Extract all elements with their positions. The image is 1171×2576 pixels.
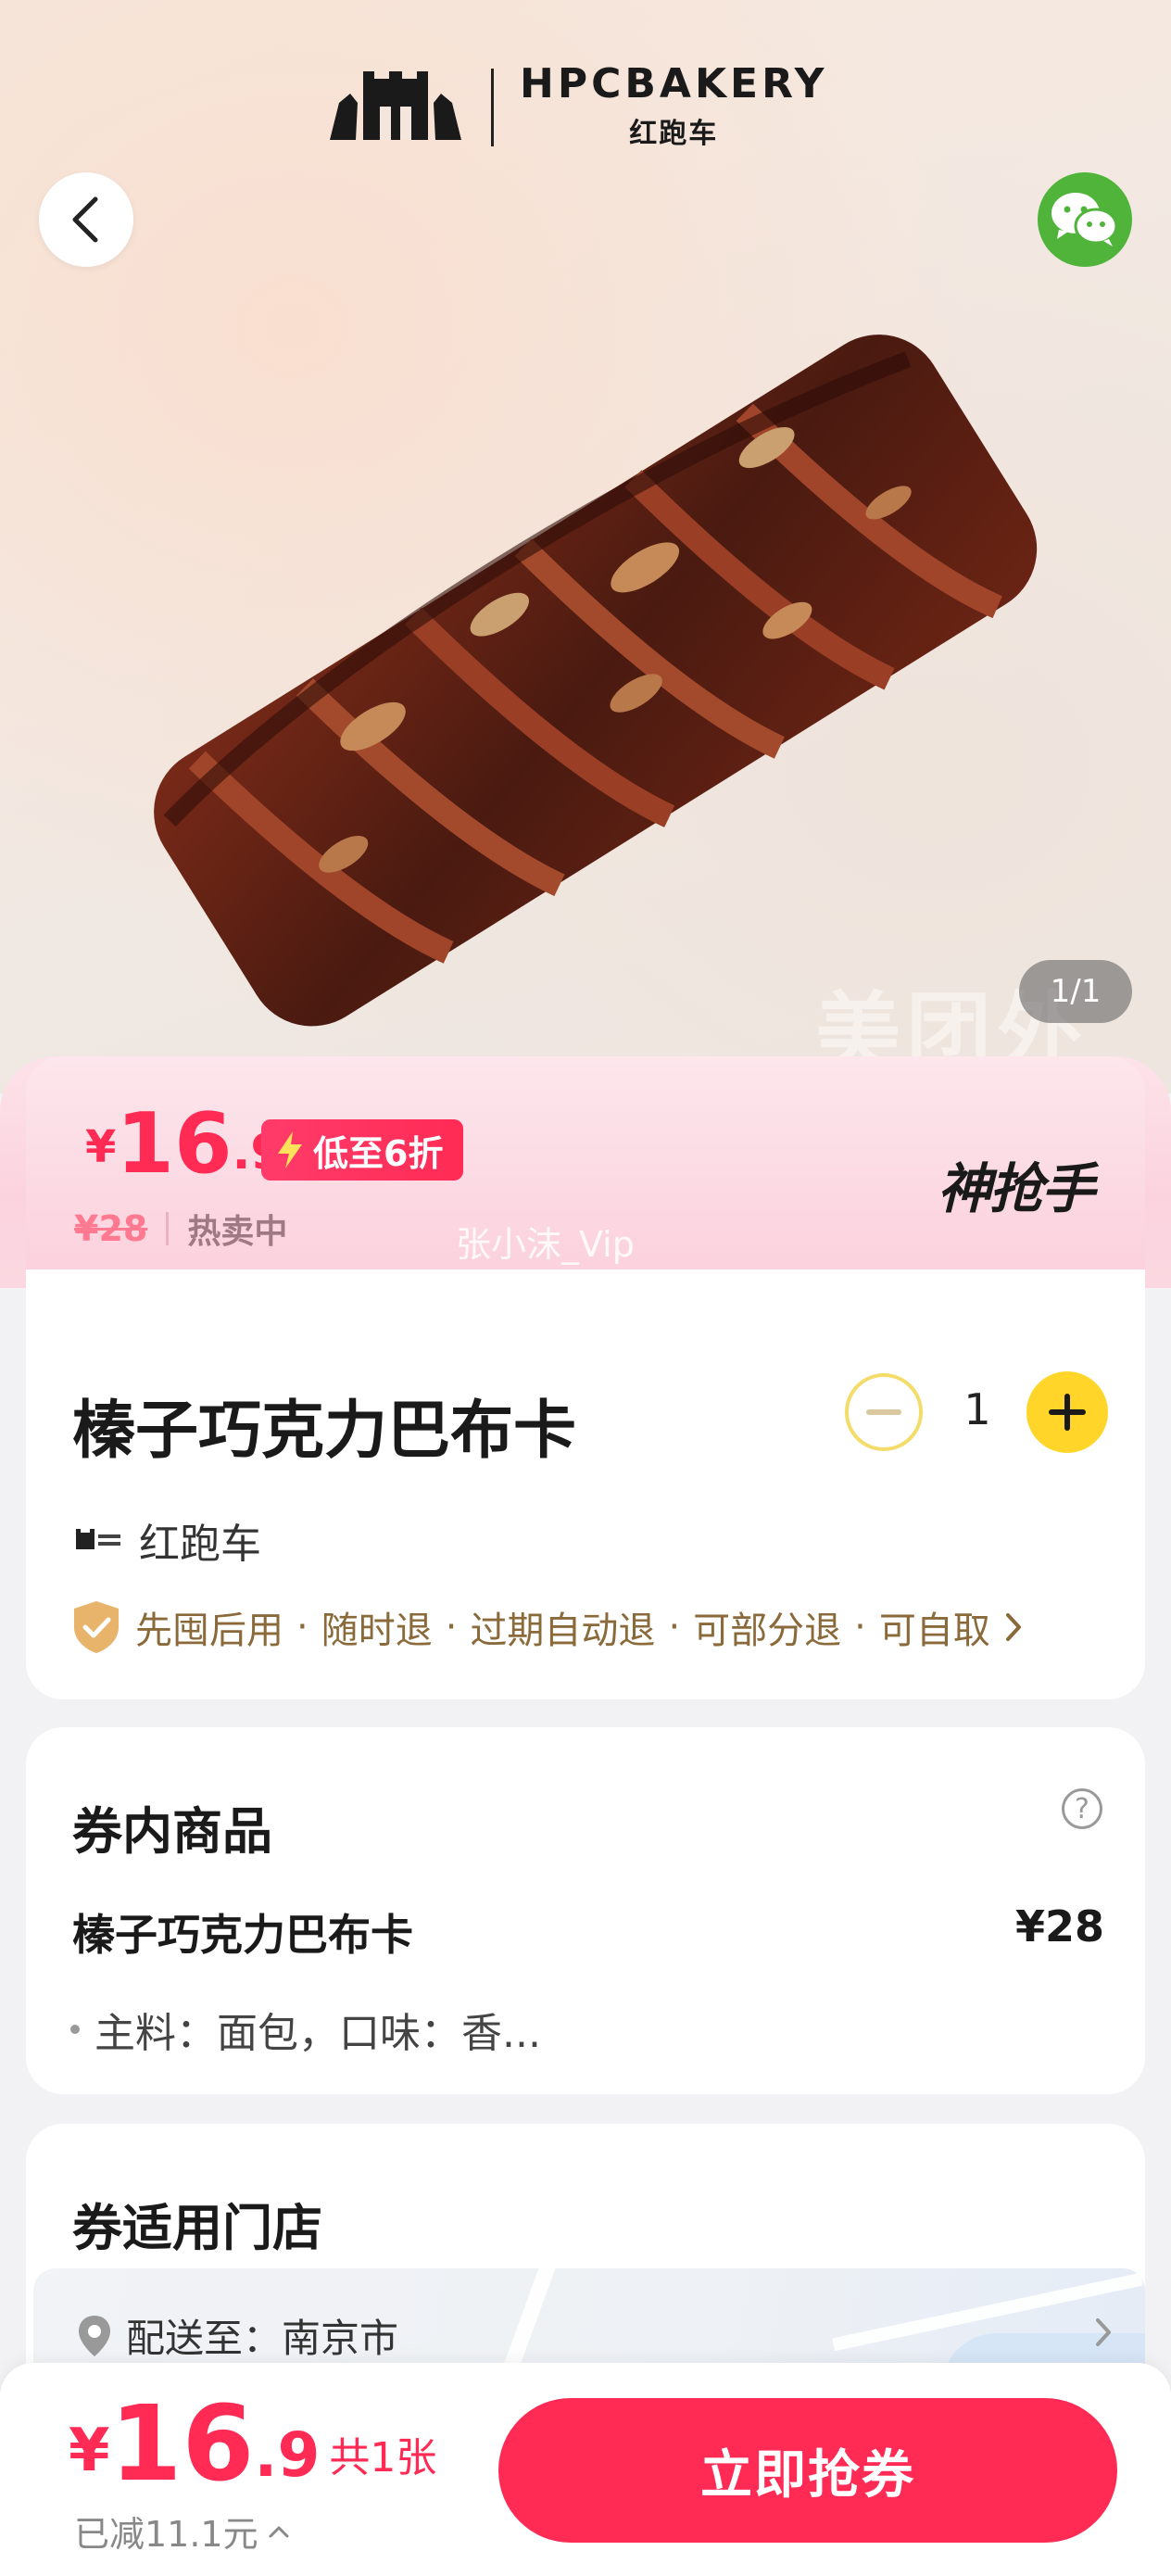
bottom-price-decimal: .9 bbox=[254, 2419, 321, 2491]
voucher-item-desc: 主料：面包，口味：香... bbox=[70, 2000, 541, 2059]
chevron-right-icon[interactable] bbox=[1093, 2317, 1114, 2348]
discount-badge: 低至6折 bbox=[261, 1119, 464, 1181]
bottom-price-integer: 16 bbox=[109, 2384, 255, 2505]
separator bbox=[166, 1212, 170, 1245]
guarantee-item: 过期自动退 bbox=[470, 1610, 656, 1652]
saved-amount: 已减11.1元 bbox=[74, 2514, 258, 2555]
guarantee-item: 随时退 bbox=[321, 1610, 433, 1652]
brand-logo-icon bbox=[330, 71, 461, 140]
quantity-increase-button[interactable] bbox=[1026, 1371, 1108, 1453]
guarantee-row[interactable]: 先囤后用 · 随时退 · 过期自动退 · 可部分退 · 可自取 bbox=[70, 1599, 1024, 1655]
product-title: 榛子巧克力巴布卡 bbox=[72, 1395, 577, 1468]
guarantee-separator: · bbox=[296, 1606, 308, 1648]
guarantee-item: 可自取 bbox=[878, 1610, 990, 1652]
guarantee-item: 可部分退 bbox=[693, 1610, 842, 1652]
original-price-row: ¥28 热卖中 bbox=[74, 1205, 287, 1253]
bottom-price-currency: ¥ bbox=[69, 2417, 110, 2485]
brand-divider bbox=[491, 69, 494, 146]
lightning-icon bbox=[278, 1131, 302, 1168]
voucher-item-desc-text: 主料：面包，口味：香... bbox=[94, 2010, 541, 2057]
gallery-page-counter: 1/1 bbox=[1019, 960, 1132, 1023]
quantity-value: 1 bbox=[963, 1384, 991, 1434]
back-button[interactable] bbox=[39, 172, 133, 267]
original-price: ¥28 bbox=[74, 1208, 148, 1249]
sales-status: 热卖中 bbox=[187, 1213, 288, 1251]
voucher-item-name: 榛子巧克力巴布卡 bbox=[72, 1910, 413, 1960]
guarantee-separator: · bbox=[668, 1606, 681, 1648]
buy-now-button[interactable]: 立即抢券 bbox=[498, 2398, 1117, 2543]
brand-name: HPCBAKERY bbox=[520, 60, 828, 107]
guarantee-item: 先囤后用 bbox=[135, 1610, 283, 1652]
shield-check-icon bbox=[74, 1601, 119, 1653]
guarantee-separator: · bbox=[854, 1606, 866, 1648]
bottom-price: ¥ 16 .9 共1张 bbox=[69, 2393, 436, 2496]
quantity-decrease-button[interactable] bbox=[845, 1373, 923, 1451]
chevron-right-icon bbox=[1005, 1613, 1021, 1641]
saved-amount-toggle[interactable]: 已减11.1元 bbox=[74, 2506, 290, 2557]
delivery-location-text: 配送至：南京市 bbox=[126, 2316, 399, 2361]
location-pin-icon bbox=[79, 2315, 110, 2356]
voucher-items-title: 券内商品 bbox=[72, 1802, 272, 1861]
voucher-item-price: ¥28 bbox=[1015, 1901, 1105, 1951]
price-integer: 16 bbox=[116, 1095, 233, 1193]
wechat-icon bbox=[1051, 193, 1118, 246]
minus-icon bbox=[866, 1409, 901, 1415]
shop-logo-icon bbox=[72, 1523, 124, 1557]
brand-text: HPCBAKERY 红跑车 bbox=[520, 64, 827, 151]
discount-label: 低至6折 bbox=[313, 1132, 444, 1174]
applicable-stores-title: 券适用门店 bbox=[72, 2199, 322, 2257]
plus-icon bbox=[1049, 1394, 1086, 1431]
user-watermark: 张小沫_Vip bbox=[456, 1224, 635, 1265]
promo-badge: 神抢手 bbox=[938, 1157, 1095, 1220]
chevron-left-icon bbox=[72, 196, 98, 243]
brand-header: HPCBAKERY 红跑车 bbox=[326, 63, 827, 152]
product-image bbox=[154, 335, 1038, 1027]
current-price: ¥ 16 .9 bbox=[85, 1103, 284, 1186]
price-currency: ¥ bbox=[85, 1121, 117, 1173]
shop-name: 红跑车 bbox=[139, 1521, 261, 1568]
wechat-share-button[interactable] bbox=[1038, 172, 1132, 267]
bullet bbox=[70, 2025, 80, 2034]
question-icon[interactable]: ? bbox=[1062, 1788, 1102, 1829]
guarantee-separator: · bbox=[445, 1606, 458, 1648]
brand-subtitle: 红跑车 bbox=[629, 118, 719, 150]
delivery-location[interactable]: 配送至：南京市 bbox=[76, 2307, 398, 2364]
voucher-count: 共1张 bbox=[329, 2434, 437, 2481]
product-gallery[interactable]: HPCBAKERY 红跑车 美团外 1/1 bbox=[0, 0, 1171, 1093]
shop-link[interactable]: 红跑车 bbox=[72, 1510, 261, 1570]
chevron-up-icon bbox=[269, 2526, 289, 2537]
